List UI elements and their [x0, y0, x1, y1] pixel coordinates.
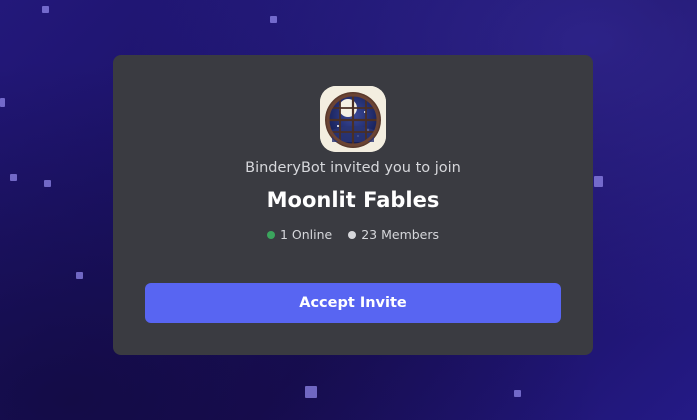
background-star — [10, 174, 17, 181]
invite-card: BinderyBot invited you to join Moonlit F… — [113, 55, 593, 355]
server-avatar — [320, 86, 386, 152]
background-star — [305, 386, 317, 398]
member-count-label: 23 Members — [361, 227, 440, 242]
inviter-text: BinderyBot invited you to join — [245, 160, 461, 176]
accept-invite-button[interactable]: Accept Invite — [145, 283, 561, 323]
online-count-label: 1 Online — [279, 227, 333, 242]
background-star — [42, 6, 49, 13]
server-name: Moonlit Fables — [266, 188, 440, 212]
server-stats: 1 Online 23 Members — [113, 227, 593, 243]
background-star — [514, 390, 521, 397]
online-dot-icon — [266, 231, 275, 239]
background-star — [76, 272, 83, 279]
member-count: 23 Members — [348, 227, 439, 243]
online-count: 1 Online — [266, 227, 333, 243]
background-star — [0, 98, 5, 107]
background-star — [594, 176, 603, 187]
moonlit-window-icon — [320, 86, 386, 152]
members-dot-icon — [348, 231, 357, 239]
background-star — [44, 180, 51, 187]
background-star — [270, 16, 277, 23]
